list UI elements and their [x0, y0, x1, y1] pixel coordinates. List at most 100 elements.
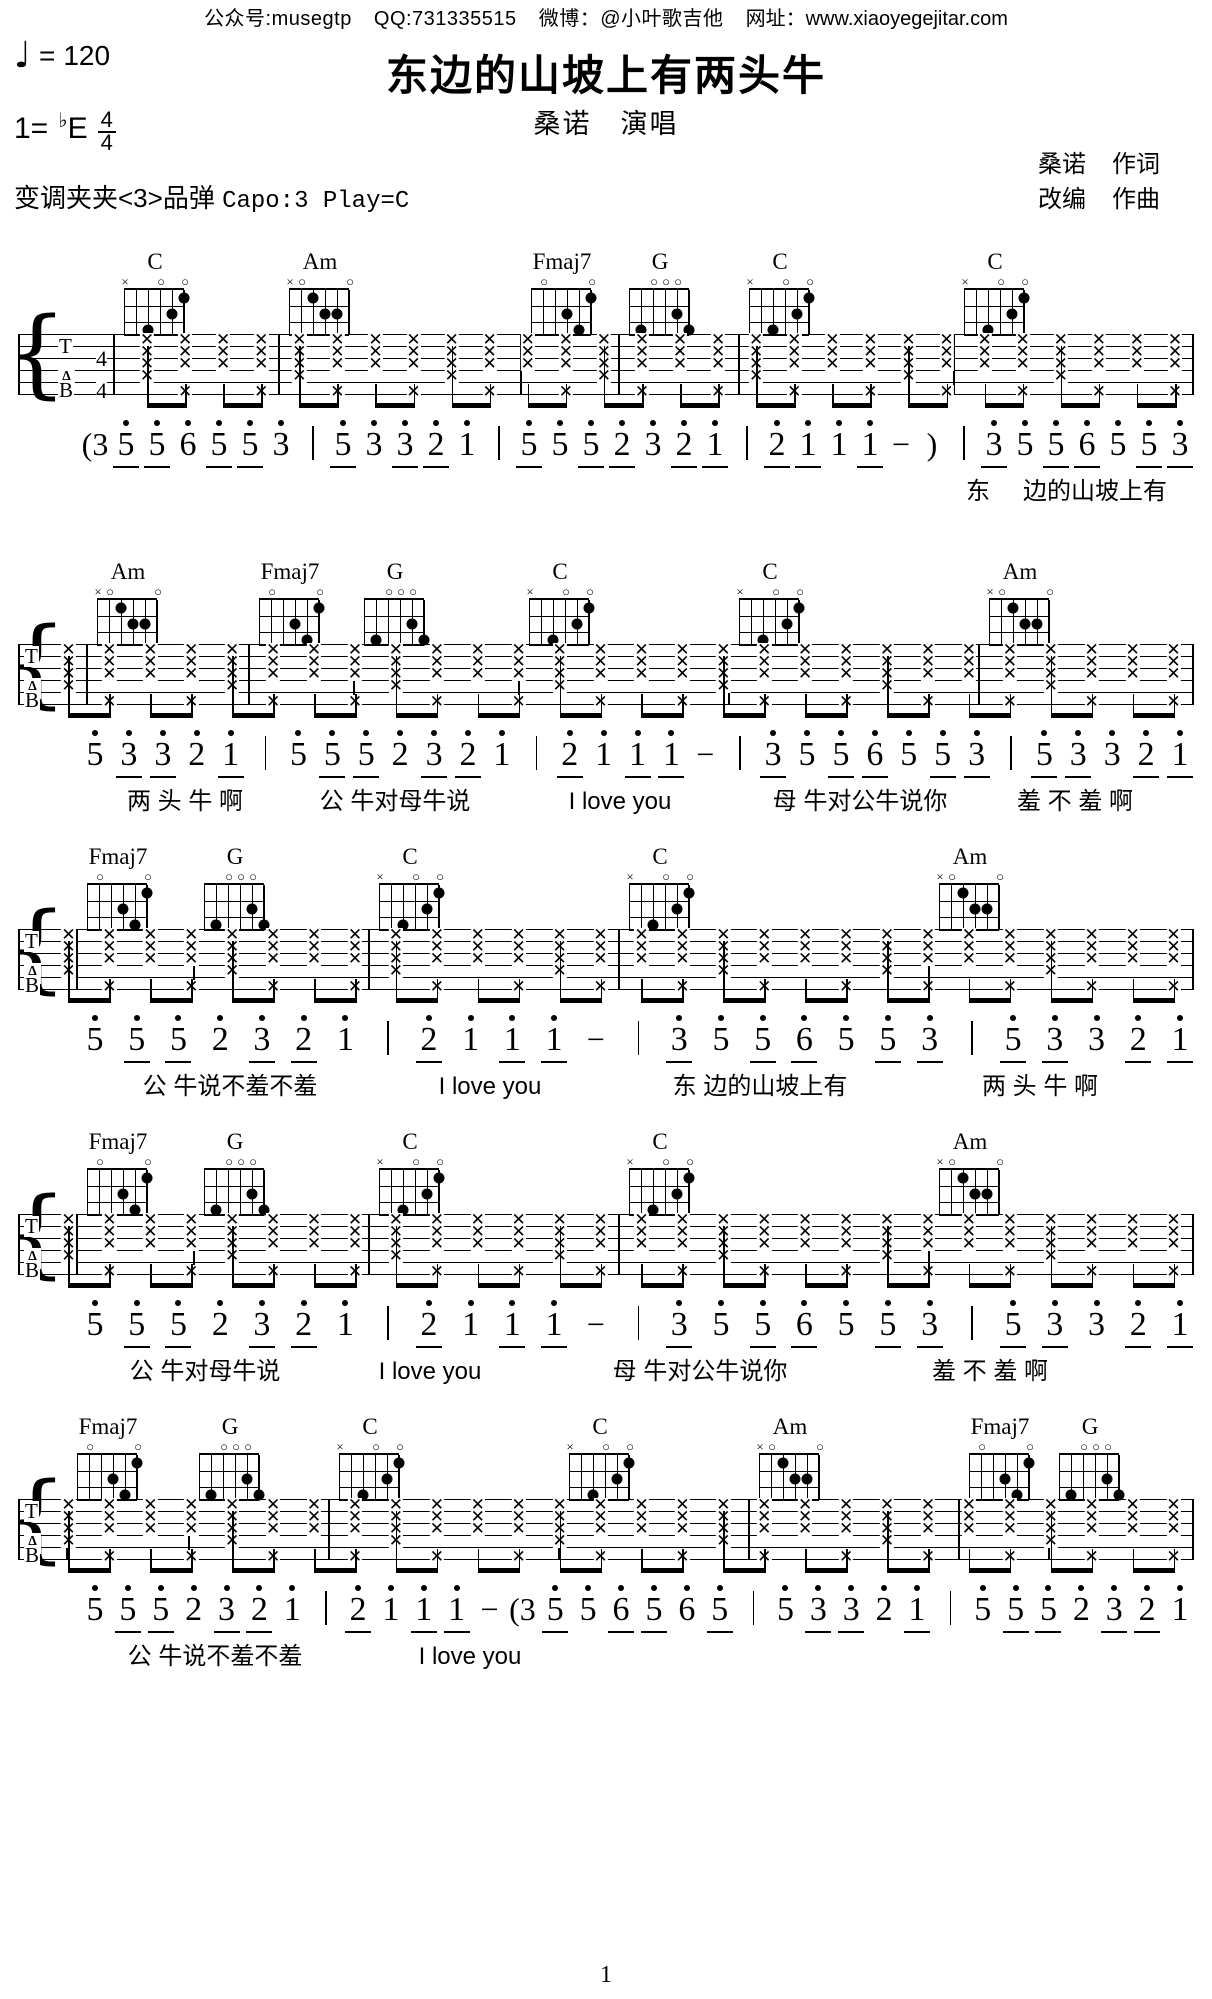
note-stem	[718, 384, 720, 408]
fretboard-diagram: ○ ○ ○	[199, 1440, 265, 1501]
fret-dot	[307, 292, 319, 304]
chord-grid	[87, 883, 153, 931]
strum-x-mark: ✕	[1084, 1234, 1099, 1253]
open-string-icon: ○	[346, 274, 354, 289]
beam	[984, 403, 1023, 408]
eighth-underline	[861, 776, 888, 778]
note-stem	[887, 1226, 889, 1288]
eighth-underline	[556, 776, 583, 778]
mute-string-icon: ×	[936, 869, 944, 884]
strum-x-mark: ✕	[838, 1519, 854, 1538]
system-5: Fmaj7○○G○○○C×○○C×○○Am×○○Fmaj7○○G○○○{TAB✕…	[0, 1415, 1212, 1681]
jianpu-note: 1	[595, 736, 613, 773]
octave-dot	[867, 420, 873, 426]
note-stem	[147, 346, 149, 408]
octave-dot	[600, 730, 607, 736]
octave-dot	[371, 420, 377, 426]
open-string-icon: ○	[249, 1154, 257, 1169]
measure-divider	[971, 1306, 973, 1340]
fret-dot	[381, 1473, 393, 1485]
lyric-phrase: 母 牛对公牛说你	[772, 788, 948, 815]
note-stem	[887, 941, 889, 1003]
eighth-underline	[542, 1631, 569, 1633]
jianpu-note: 3	[1046, 1306, 1064, 1343]
chord-grid	[629, 883, 695, 931]
bar-line	[618, 1214, 620, 1274]
note-stem	[354, 1264, 357, 1288]
tab-letter: T	[58, 334, 73, 358]
beam	[68, 1568, 110, 1573]
jianpu-note: 1	[706, 426, 724, 463]
open-string-icon: ○	[144, 869, 152, 884]
octave-dot	[716, 1585, 723, 1591]
eighth-underline	[1035, 1631, 1062, 1633]
beam	[150, 1568, 192, 1573]
note-stem	[600, 1549, 603, 1573]
jianpu-note: 1	[283, 1591, 301, 1628]
beam	[477, 1568, 519, 1573]
note-stem	[559, 941, 562, 1003]
note-stem	[764, 694, 766, 718]
jianpu-note: 3	[670, 1021, 688, 1058]
eighth-underline	[791, 1346, 818, 1348]
strum-x-mark: ✕	[1002, 664, 1017, 683]
open-string-icon: ○	[768, 1439, 776, 1454]
chord-diagram-fmaj7: Fmaj7 ○ ○	[71, 1415, 145, 1501]
eighth-underline	[658, 776, 685, 778]
jianpu-note: 6	[795, 1306, 813, 1343]
note-stem	[1091, 1549, 1094, 1573]
capo-instruction: 变调夹夹<3>品弹 Capo:3 Play=C	[14, 178, 409, 215]
octave-dot	[342, 1015, 349, 1021]
bar-line	[748, 1499, 750, 1559]
jianpu-note: 6	[795, 1021, 813, 1058]
measure-divider	[746, 426, 748, 460]
bar-line	[18, 929, 20, 989]
octave-dot	[123, 420, 129, 426]
jianpu-note: 5	[1004, 1306, 1022, 1343]
eighth-underline	[149, 776, 176, 778]
fretboard-diagram: × ○ ○	[936, 1155, 1004, 1216]
fretboard-diagram: × ○ ○	[121, 275, 190, 336]
eighth-underline	[1136, 466, 1162, 468]
octave-dot	[566, 730, 573, 736]
beam	[805, 1283, 847, 1288]
strum-x-mark: ✕	[102, 664, 117, 683]
note-stem	[559, 656, 562, 718]
strum-x-mark: ✕	[1125, 949, 1140, 968]
lyric-row: 公 牛说不羞不羞 I love you 东 边的山坡上有 两 头 牛 啊	[0, 1075, 1212, 1111]
octave-dot	[836, 420, 842, 426]
fret-dot	[115, 602, 127, 614]
fret-dot	[141, 1172, 153, 1184]
note-stem	[395, 941, 398, 1003]
note-stem	[185, 384, 187, 408]
jianpu-note: 2	[768, 426, 786, 463]
measure-divider	[325, 1591, 327, 1625]
note-stem	[764, 1264, 766, 1288]
jianpu-note: 3	[396, 426, 414, 463]
note-stem	[682, 979, 684, 1003]
watermark-qq: QQ:731335515	[373, 8, 517, 30]
eighth-underline	[916, 1346, 943, 1348]
beam	[150, 998, 192, 1003]
strum-x-mark: ✕	[184, 1519, 199, 1538]
bar-line	[958, 1499, 960, 1559]
bar-line	[18, 1499, 20, 1559]
octave-dot	[884, 1015, 891, 1021]
open-string-icon: ○	[998, 584, 1006, 599]
note-stem	[436, 979, 439, 1003]
fret-dot	[969, 903, 981, 915]
bar-line	[1192, 1214, 1194, 1274]
note-stem	[109, 979, 111, 1003]
jianpu-note: 5	[551, 426, 569, 463]
lyric-row: 两 头 牛 啊 公 牛对母牛说 I love you 母 牛对公牛说你 羞 不 羞 啊	[0, 790, 1212, 826]
octave-dot	[92, 1300, 98, 1306]
mute-string-icon: ×	[736, 584, 744, 599]
jianpu-symbol: −	[891, 426, 911, 462]
note-stem	[1174, 384, 1177, 408]
open-string-icon: ○	[816, 1439, 824, 1454]
octave-dot	[467, 1300, 474, 1306]
tab-staff: {TAB✕✕✕✕✕✕✕✕✕✕✕✕✕✕✕✕✕✕✕✕✕✕✕✕✕✕✕✕✕✕✕✕✕✕✕✕…	[0, 900, 1212, 1015]
lyric-phrase: 公 牛说不羞不羞	[142, 1073, 318, 1100]
fretboard-diagram: × ○ ○	[376, 870, 445, 931]
beam	[1132, 1568, 1174, 1573]
